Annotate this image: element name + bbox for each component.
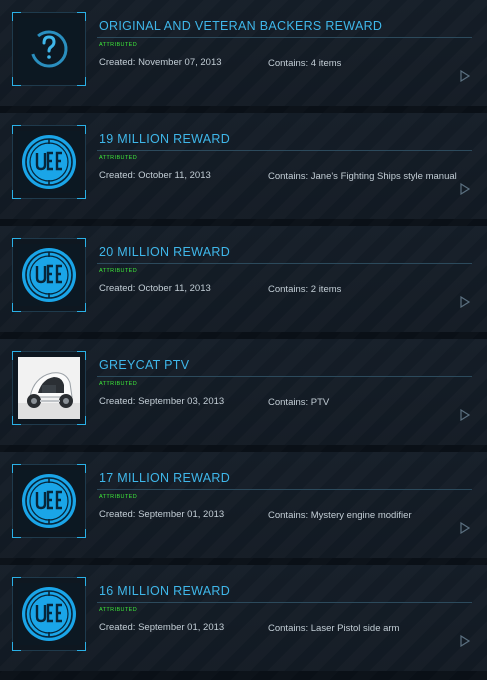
uee-emblem-icon [18,244,80,306]
list-item[interactable]: 20 MILLION REWARD ATTRIBUTED Created: Oc… [0,226,487,332]
list-item[interactable]: 19 MILLION REWARD ATTRIBUTED Created: Oc… [0,113,487,219]
play-arrow-icon[interactable] [459,522,471,534]
uee-emblem-icon [18,583,80,645]
play-arrow-icon[interactable] [459,296,471,308]
contains-text: Contains: Mystery engine modifier [268,510,412,521]
item-title[interactable]: 20 MILLION REWARD [99,245,230,259]
item-title[interactable]: 19 MILLION REWARD [99,132,230,146]
contains-text: Contains: Laser Pistol side arm [268,623,400,634]
title-divider [97,489,472,490]
contains-text: Contains: 4 items [268,58,342,69]
greycat-ptv-image [18,357,80,419]
list-item[interactable]: 17 MILLION REWARD ATTRIBUTED Created: Se… [0,452,487,558]
list-item[interactable]: GREYCAT PTV ATTRIBUTED Created: Septembe… [0,339,487,445]
play-arrow-icon[interactable] [459,635,471,647]
list-item[interactable]: ORIGINAL AND VETERAN BACKERS REWARD ATTR… [0,0,487,106]
item-thumbnail[interactable] [12,125,86,199]
item-thumbnail[interactable] [12,577,86,651]
title-divider [97,37,472,38]
reward-list: ORIGINAL AND VETERAN BACKERS REWARD ATTR… [0,0,487,680]
item-title[interactable]: 16 MILLION REWARD [99,584,230,598]
play-arrow-icon[interactable] [459,70,471,82]
title-divider [97,263,472,264]
created-date: Created: October 11, 2013 [99,283,211,294]
status-badge: ATTRIBUTED [99,268,138,274]
title-divider [97,150,472,151]
uee-emblem-icon [18,131,80,193]
created-date: Created: September 03, 2013 [99,396,225,407]
status-badge: ATTRIBUTED [99,381,138,387]
status-badge: ATTRIBUTED [99,42,138,48]
play-arrow-icon[interactable] [459,409,471,421]
question-icon [18,18,80,80]
play-arrow-icon[interactable] [459,183,471,195]
item-title[interactable]: 17 MILLION REWARD [99,471,230,485]
status-badge: ATTRIBUTED [99,155,138,161]
contains-text: Contains: 2 items [268,284,342,295]
title-divider [97,376,472,377]
contains-text: Contains: Jane's Fighting Ships style ma… [268,171,457,182]
created-date: Created: September 01, 2013 [99,509,225,520]
list-item[interactable]: 16 MILLION REWARD ATTRIBUTED Created: Se… [0,565,487,671]
status-badge: ATTRIBUTED [99,494,138,500]
item-thumbnail[interactable] [12,238,86,312]
item-thumbnail[interactable] [12,464,86,538]
item-thumbnail[interactable] [12,12,86,86]
item-title[interactable]: ORIGINAL AND VETERAN BACKERS REWARD [99,19,382,33]
contains-text: Contains: PTV [268,397,330,408]
created-date: Created: September 01, 2013 [99,622,225,633]
item-thumbnail[interactable] [12,351,86,425]
title-divider [97,602,472,603]
status-badge: ATTRIBUTED [99,607,138,613]
uee-emblem-icon [18,470,80,532]
created-date: Created: October 11, 2013 [99,170,211,181]
item-title[interactable]: GREYCAT PTV [99,358,189,372]
created-date: Created: November 07, 2013 [99,57,222,68]
